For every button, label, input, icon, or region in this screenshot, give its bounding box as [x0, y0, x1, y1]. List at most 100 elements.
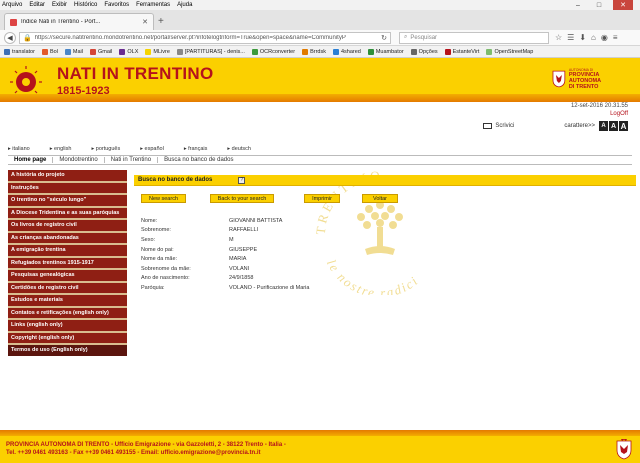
lang-portugues[interactable]: ▸ português: [91, 146, 130, 152]
help-icon[interactable]: ?: [238, 176, 246, 184]
sidebar-item-refugiados[interactable]: Refugiados trentinos 1915-1917: [8, 257, 127, 270]
search-input[interactable]: ⌕ Pesquisar: [399, 31, 549, 44]
close-tab-icon[interactable]: ✕: [142, 18, 148, 26]
bookmark-item[interactable]: MLivre: [145, 48, 170, 55]
print-button[interactable]: Imprimir: [304, 194, 340, 203]
lang-francais[interactable]: ▸ français: [184, 146, 218, 152]
bookmark-item[interactable]: translator: [4, 48, 35, 55]
bookmark-icon: [332, 48, 339, 55]
crumb-busca[interactable]: Busca no banco de dados: [158, 157, 239, 163]
bookmark-item[interactable]: Brrdsk: [302, 48, 326, 55]
new-tab-icon[interactable]: +: [158, 16, 164, 27]
lang-english[interactable]: ▸ english: [50, 146, 82, 152]
bookmark-item[interactable]: [PARTITURAS] - denis...: [176, 48, 245, 55]
bookmark-item[interactable]: Mail: [64, 48, 83, 55]
bookmark-item[interactable]: OpenStreetMap: [486, 48, 534, 55]
reload-icon[interactable]: ↻: [381, 34, 387, 42]
maximize-icon[interactable]: □: [592, 0, 606, 10]
menu-historico[interactable]: Histórico: [74, 2, 97, 8]
scrivici-link[interactable]: Scrivici: [483, 123, 514, 129]
menu-arquivo[interactable]: Arquivo: [2, 2, 22, 8]
bookmarks-bar: translator Bol Mail Gmail OLX MLivre [PARTITUR…: [0, 46, 640, 58]
logoff-link[interactable]: LogOff: [610, 111, 628, 117]
lang-italiano[interactable]: ▸ italiano: [8, 146, 40, 152]
sidebar-item-termos[interactable]: Termos de uso (English only): [8, 345, 127, 356]
menu-icon[interactable]: ≡: [613, 33, 618, 42]
url-text: https://secure.natitrentino.mondotrentin…: [34, 34, 346, 41]
bookmark-item[interactable]: 4shared: [332, 48, 361, 55]
close-window-icon[interactable]: ✕: [613, 0, 633, 10]
bookmark-item[interactable]: OLX: [119, 48, 139, 55]
new-search-button[interactable]: New search: [141, 194, 186, 203]
menu-ajuda[interactable]: Ajuda: [177, 2, 192, 8]
record-value: VOLANO - Purificazione di Maria: [229, 284, 310, 291]
sidebar-item-contatos[interactable]: Contatos e retificações (english only): [8, 307, 127, 320]
bookmark-item[interactable]: Opções: [410, 48, 438, 55]
bookmark-item[interactable]: OCRconverter: [251, 48, 296, 55]
lang-espanol[interactable]: ▸ español: [140, 146, 174, 152]
sidebar-item-criancas[interactable]: As crianças abandonadas: [8, 232, 127, 245]
font-size-medium-button[interactable]: A: [609, 121, 618, 131]
provincia-logo[interactable]: AUTONOMA DI PROVINCIA AUTONOMA DI TRENTO: [552, 62, 632, 96]
lang-deutsch[interactable]: ▸ deutsch: [227, 146, 261, 152]
bookmark-label: OLX: [127, 48, 139, 55]
sidebar-item-historia[interactable]: A história do projeto: [8, 170, 127, 183]
crumb-home[interactable]: Home page: [8, 157, 54, 163]
header-stripe: [0, 94, 640, 102]
back-icon[interactable]: ◀: [4, 31, 16, 44]
bookmark-icon: [4, 48, 10, 55]
bookmark-label: OpenStreetMap: [494, 48, 534, 55]
site-header: NATI IN TRENTINO 1815-1923 AUTONOMA DI P…: [0, 58, 640, 102]
pocket-icon[interactable]: ◉: [601, 33, 608, 42]
sidebar-item-diocese[interactable]: A Diocese Tridentina e as suas paróquias: [8, 207, 127, 220]
bookmark-label: Muambator: [375, 48, 404, 55]
record-row: Nome da mãe: MARIA: [141, 254, 309, 264]
navigation-bar: ◀ 🔒 https://secure.natitrentino.mondotre…: [0, 30, 640, 46]
sidebar-item-links[interactable]: Links (english only): [8, 320, 127, 333]
sidebar-item-estudos[interactable]: Estudos e materiais: [8, 295, 127, 308]
font-size-large-button[interactable]: A: [619, 121, 628, 131]
menu-exibir[interactable]: Exibir: [52, 2, 67, 8]
sidebar-item-livros[interactable]: Os livros de registro civil: [8, 220, 127, 233]
language-selector: ▸ italiano ▸ english ▸ português ▸ españ…: [8, 146, 271, 152]
footer-crest-icon: [616, 439, 632, 460]
sidebar-item-pesquisas[interactable]: Pesquisas genealógicas: [8, 270, 127, 283]
lock-icon: 🔒: [23, 34, 32, 42]
breadcrumb: Home page Mondotrentino Nati in Trentino…: [8, 155, 632, 165]
record-label: Sexo:: [141, 236, 156, 243]
sidebar-item-copyright[interactable]: Copyright (english only): [8, 332, 127, 345]
favicon-icon: [10, 18, 17, 26]
browser-tab[interactable]: Indice Nati in Trentino - Port... ✕: [4, 13, 154, 30]
crumb-nati[interactable]: Nati in Trentino: [105, 157, 159, 163]
back-button[interactable]: Voltar: [362, 194, 398, 203]
sidebar-item-certidoes[interactable]: Certidões de registro civil: [8, 282, 127, 295]
back-to-search-button[interactable]: Back to your search: [210, 194, 274, 203]
menu-editar[interactable]: Editar: [29, 2, 45, 8]
record-row: Sexo: M: [141, 235, 309, 245]
record-details: Nome: GIOVANNI BATTISTA Sobrenome: RAFFAELL…: [141, 216, 309, 293]
url-bar[interactable]: 🔒 https://secure.natitrentino.mondotrent…: [19, 31, 391, 44]
tab-bar: Indice Nati in Trentino - Port... ✕ +: [0, 10, 640, 30]
reading-list-icon[interactable]: ☰: [567, 33, 574, 42]
bookmark-label: EstanteVirt: [452, 48, 480, 55]
menu-ferramentas[interactable]: Ferramentas: [136, 2, 170, 8]
bookmark-item[interactable]: EstanteVirt: [444, 48, 480, 55]
bookmark-icon: [367, 48, 374, 55]
font-size-label: carattere>>: [564, 123, 595, 129]
bookmark-label: OCRconverter: [259, 48, 296, 55]
font-size-small-button[interactable]: A: [599, 121, 608, 131]
crumb-mondotrentino[interactable]: Mondotrentino: [53, 157, 105, 163]
scrivici-label: Scrivici: [495, 123, 515, 129]
download-icon[interactable]: ⬇: [579, 33, 586, 42]
star-icon[interactable]: ☆: [555, 33, 562, 42]
menu-favoritos[interactable]: Favoritos: [104, 2, 129, 8]
minimize-icon[interactable]: –: [571, 0, 585, 10]
bookmark-item[interactable]: Gmail: [89, 48, 112, 55]
site-footer: PROVINCIA AUTONOMA DI TRENTO - Ufficio E…: [0, 436, 640, 463]
home-icon[interactable]: ⌂: [591, 33, 596, 42]
bookmark-item[interactable]: Bol: [41, 48, 58, 55]
bookmark-item[interactable]: Muambator: [367, 48, 404, 55]
sidebar-item-emigracao[interactable]: A emigração trentina: [8, 245, 127, 258]
bookmark-icon: [444, 48, 451, 55]
bookmark-label: MLivre: [153, 48, 170, 55]
